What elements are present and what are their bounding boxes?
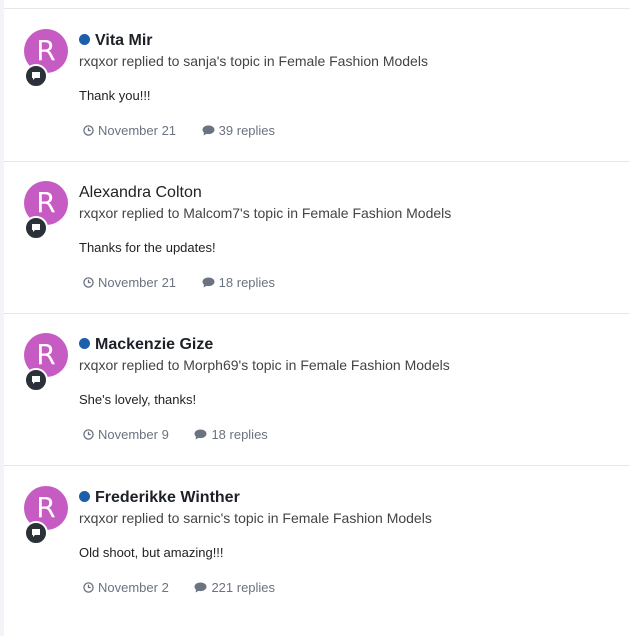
reply-count-label: 18 replies [218,275,276,290]
activity-description: rxqxor replied to Malcom7's topic in Fem… [79,205,452,221]
topic-title-link[interactable]: Frederikke Winther [95,489,240,506]
post-date[interactable]: November 2 [83,579,169,597]
online-indicator-icon [79,34,90,45]
topic-title-line: Mackenzie Gize [79,334,213,356]
post-snippet: Thank you!!! [79,88,151,103]
post-date[interactable]: November 9 [83,426,169,444]
topic-title-link[interactable]: Vita Mir [95,32,153,49]
reply-count-label: 39 replies [218,123,276,138]
topic-title-line: Frederikke Winther [79,487,240,509]
comment-icon [24,521,48,545]
post-meta: November 21 39 replies [83,122,275,140]
post-meta: November 9 18 replies [83,426,268,444]
post-snippet: She's lovely, thanks! [79,392,197,407]
activity-description: rxqxor replied to Morph69's topic in Fem… [79,357,450,373]
topic-title-line: Alexandra Colton [79,182,202,204]
list-item: R Alexandra Colton rxqxor replied to Mal… [4,161,630,314]
list-item: R Vita Mir rxqxor replied to sanja's top… [4,9,630,162]
clock-icon [83,125,94,136]
post-date-label: November 21 [98,123,177,138]
online-indicator-icon [79,491,90,502]
post-date[interactable]: November 21 [83,122,176,140]
comment-icon [194,582,207,593]
comment-icon [24,368,48,392]
reply-count: 18 replies [202,274,275,292]
post-date-label: November 21 [98,275,177,290]
comment-icon [24,216,48,240]
post-meta: November 21 18 replies [83,274,275,292]
reply-count-label: 221 replies [211,580,276,595]
list-item: R Mackenzie Gize rxqxor replied to Morph… [4,313,630,466]
comment-icon [202,277,215,288]
list-item: R Frederikke Winther rxqxor replied to s… [4,466,630,618]
comment-icon [194,429,207,440]
reply-count-label: 18 replies [211,427,268,442]
comment-icon [202,125,215,136]
clock-icon [83,429,94,440]
comment-icon [24,64,48,88]
post-date-label: November 2 [98,580,169,595]
topic-title-link[interactable]: Alexandra Colton [79,184,202,201]
reply-count: 39 replies [202,122,275,140]
post-date[interactable]: November 21 [83,274,176,292]
topic-title-link[interactable]: Mackenzie Gize [95,336,213,353]
clock-icon [83,277,94,288]
topic-title-line: Vita Mir [79,30,153,52]
post-snippet: Old shoot, but amazing!!! [79,545,224,560]
online-indicator-icon [79,338,90,349]
post-date-label: November 9 [98,427,169,442]
reply-count: 221 replies [194,579,275,597]
activity-description: rxqxor replied to sanja's topic in Femal… [79,53,428,69]
post-snippet: Thanks for the updates! [79,240,216,255]
activity-feed: R Vita Mir rxqxor replied to sanja's top… [4,0,630,636]
post-meta: November 2 221 replies [83,579,275,597]
reply-count: 18 replies [194,426,268,444]
activity-description: rxqxor replied to sarnic's topic in Fema… [79,510,432,526]
clock-icon [83,582,94,593]
